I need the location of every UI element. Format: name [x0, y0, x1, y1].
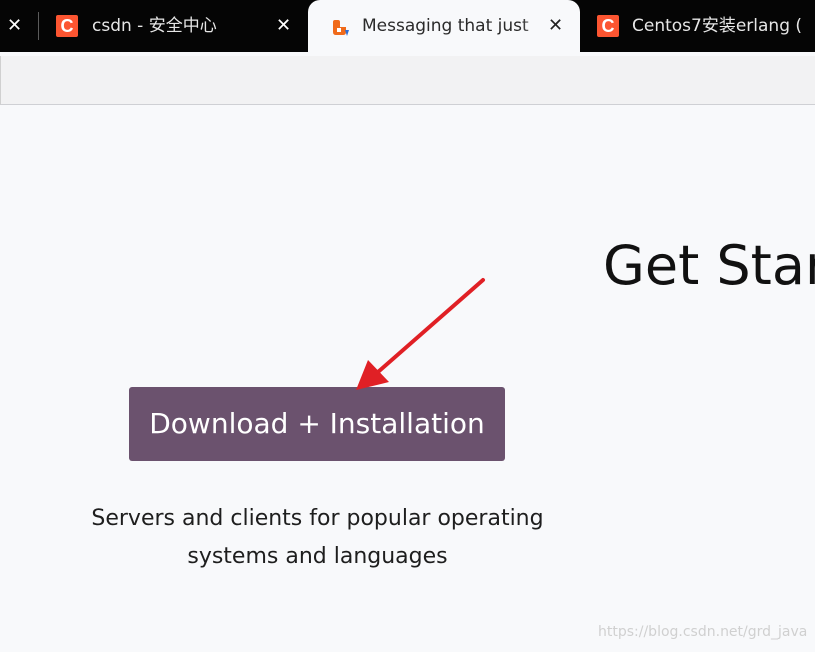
annotation-arrow-icon — [356, 278, 485, 390]
watermark: https://blog.csdn.net/grd_java — [598, 624, 808, 640]
